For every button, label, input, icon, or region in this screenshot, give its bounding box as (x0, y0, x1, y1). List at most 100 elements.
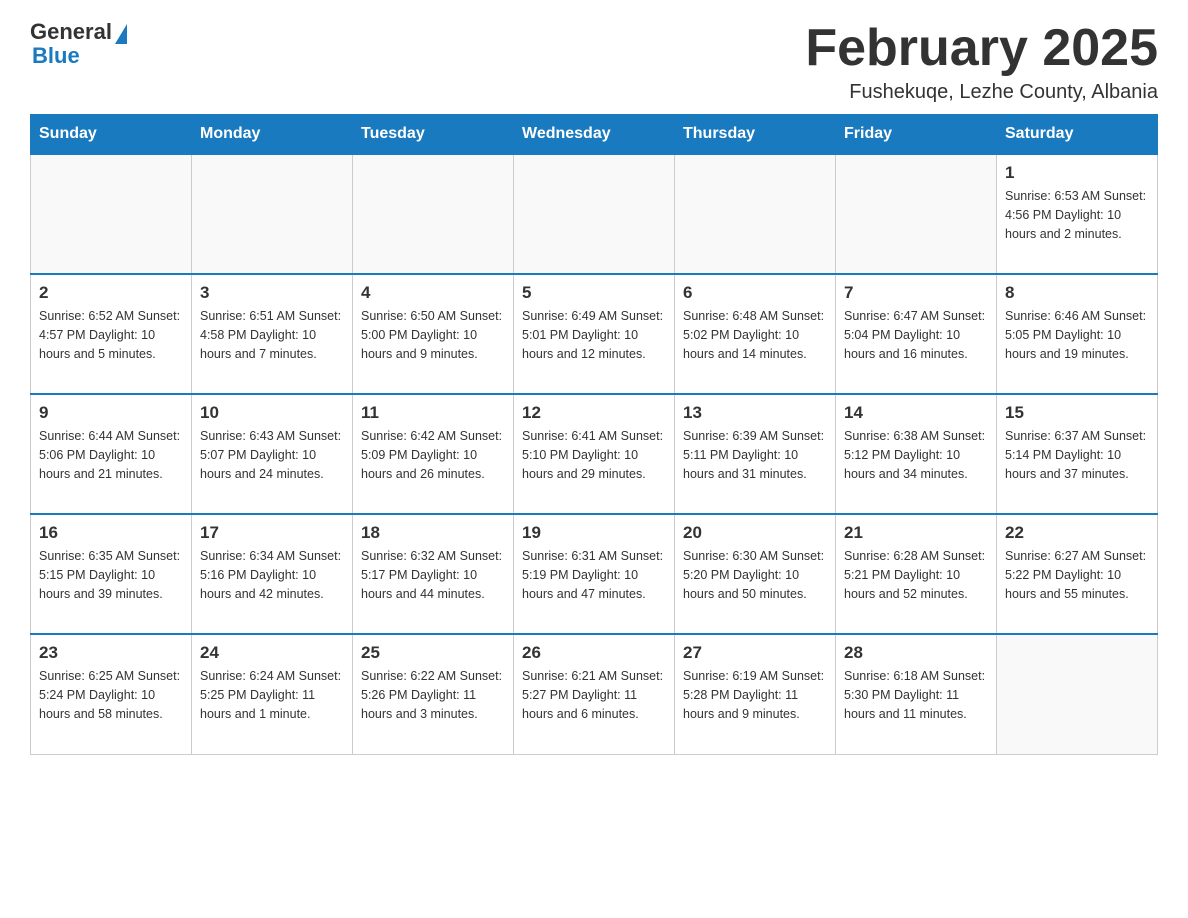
calendar-cell: 9 Sunrise: 6:44 AM Sunset: 5:06 PM Daylig… (31, 394, 192, 514)
calendar-cell: 4Sunrise: 6:50 AM Sunset: 5:00 PM Daylig… (353, 274, 514, 394)
day-number: 1 (1005, 163, 1149, 183)
calendar-cell: 15 Sunrise: 6:37 AM Sunset: 5:14 PM Dayli… (997, 394, 1158, 514)
day-number: 2 (39, 283, 183, 303)
logo-general-text: General (30, 20, 112, 44)
weekday-header-sunday: Sunday (31, 115, 192, 155)
calendar-body: 1 Sunrise: 6:53 AM Sunset: 4:56 PM Daylig… (31, 154, 1158, 754)
day-info: Sunrise: 6:18 AM Sunset: 5:30 PM Dayligh… (844, 667, 988, 723)
weekday-header-friday: Friday (836, 115, 997, 155)
calendar-cell: 11Sunrise: 6:42 AM Sunset: 5:09 PM Dayli… (353, 394, 514, 514)
day-number: 18 (361, 523, 505, 543)
day-info: Sunrise: 6:31 AM Sunset: 5:19 PM Dayligh… (522, 547, 666, 603)
weekday-header-tuesday: Tuesday (353, 115, 514, 155)
calendar-cell: 3Sunrise: 6:51 AM Sunset: 4:58 PM Daylig… (192, 274, 353, 394)
calendar-cell (675, 154, 836, 274)
calendar-cell (353, 154, 514, 274)
day-number: 28 (844, 643, 988, 663)
day-info: Sunrise: 6:44 AM Sunset: 5:06 PM Dayligh… (39, 427, 183, 483)
calendar-week-row: 23 Sunrise: 6:25 AM Sunset: 5:24 PM Dayli… (31, 634, 1158, 754)
calendar-cell: 26 Sunrise: 6:21 AM Sunset: 5:27 PM Dayli… (514, 634, 675, 754)
day-number: 17 (200, 523, 344, 543)
calendar-table: SundayMondayTuesdayWednesdayThursdayFrid… (30, 114, 1158, 755)
weekday-header-saturday: Saturday (997, 115, 1158, 155)
day-info: Sunrise: 6:21 AM Sunset: 5:27 PM Dayligh… (522, 667, 666, 723)
calendar-cell: 7Sunrise: 6:47 AM Sunset: 5:04 PM Daylig… (836, 274, 997, 394)
weekday-header-row: SundayMondayTuesdayWednesdayThursdayFrid… (31, 115, 1158, 155)
weekday-header-thursday: Thursday (675, 115, 836, 155)
day-info: Sunrise: 6:46 AM Sunset: 5:05 PM Dayligh… (1005, 307, 1149, 363)
day-info: Sunrise: 6:25 AM Sunset: 5:24 PM Dayligh… (39, 667, 183, 723)
calendar-cell: 13 Sunrise: 6:39 AM Sunset: 5:11 PM Dayli… (675, 394, 836, 514)
calendar-cell: 28 Sunrise: 6:18 AM Sunset: 5:30 PM Dayli… (836, 634, 997, 754)
day-number: 23 (39, 643, 183, 663)
day-info: Sunrise: 6:19 AM Sunset: 5:28 PM Dayligh… (683, 667, 827, 723)
calendar-week-row: 2 Sunrise: 6:52 AM Sunset: 4:57 PM Daylig… (31, 274, 1158, 394)
weekday-header-wednesday: Wednesday (514, 115, 675, 155)
day-info: Sunrise: 6:22 AM Sunset: 5:26 PM Dayligh… (361, 667, 505, 723)
calendar-cell: 25 Sunrise: 6:22 AM Sunset: 5:26 PM Dayli… (353, 634, 514, 754)
day-number: 20 (683, 523, 827, 543)
day-info: Sunrise: 6:41 AM Sunset: 5:10 PM Dayligh… (522, 427, 666, 483)
calendar-cell: 8 Sunrise: 6:46 AM Sunset: 5:05 PM Daylig… (997, 274, 1158, 394)
day-number: 27 (683, 643, 827, 663)
day-info: Sunrise: 6:50 AM Sunset: 5:00 PM Dayligh… (361, 307, 505, 363)
calendar-cell: 22Sunrise: 6:27 AM Sunset: 5:22 PM Dayli… (997, 514, 1158, 634)
calendar-cell: 14 Sunrise: 6:38 AM Sunset: 5:12 PM Dayli… (836, 394, 997, 514)
day-number: 7 (844, 283, 988, 303)
calendar-header: SundayMondayTuesdayWednesdayThursdayFrid… (31, 115, 1158, 155)
weekday-header-monday: Monday (192, 115, 353, 155)
day-info: Sunrise: 6:24 AM Sunset: 5:25 PM Dayligh… (200, 667, 344, 723)
day-number: 21 (844, 523, 988, 543)
day-number: 12 (522, 403, 666, 423)
calendar-cell: 1 Sunrise: 6:53 AM Sunset: 4:56 PM Daylig… (997, 154, 1158, 274)
day-number: 6 (683, 283, 827, 303)
calendar-cell: 23 Sunrise: 6:25 AM Sunset: 5:24 PM Dayli… (31, 634, 192, 754)
day-info: Sunrise: 6:53 AM Sunset: 4:56 PM Dayligh… (1005, 187, 1149, 243)
calendar-cell: 12 Sunrise: 6:41 AM Sunset: 5:10 PM Dayli… (514, 394, 675, 514)
title-block: February 2025 Fushekuqe, Lezhe County, A… (805, 20, 1158, 104)
calendar-cell: 16 Sunrise: 6:35 AM Sunset: 5:15 PM Dayli… (31, 514, 192, 634)
day-number: 26 (522, 643, 666, 663)
day-info: Sunrise: 6:52 AM Sunset: 4:57 PM Dayligh… (39, 307, 183, 363)
page-header: General Blue February 2025 Fushekuqe, Le… (30, 20, 1158, 104)
logo: General Blue (30, 20, 127, 68)
day-number: 15 (1005, 403, 1149, 423)
calendar-cell: 2 Sunrise: 6:52 AM Sunset: 4:57 PM Daylig… (31, 274, 192, 394)
calendar-cell: 18 Sunrise: 6:32 AM Sunset: 5:17 PM Dayli… (353, 514, 514, 634)
day-info: Sunrise: 6:35 AM Sunset: 5:15 PM Dayligh… (39, 547, 183, 603)
day-number: 14 (844, 403, 988, 423)
day-info: Sunrise: 6:32 AM Sunset: 5:17 PM Dayligh… (361, 547, 505, 603)
calendar-cell (997, 634, 1158, 754)
day-number: 13 (683, 403, 827, 423)
calendar-cell: 20Sunrise: 6:30 AM Sunset: 5:20 PM Dayli… (675, 514, 836, 634)
calendar-cell (836, 154, 997, 274)
day-info: Sunrise: 6:49 AM Sunset: 5:01 PM Dayligh… (522, 307, 666, 363)
day-info: Sunrise: 6:28 AM Sunset: 5:21 PM Dayligh… (844, 547, 988, 603)
location-subtitle: Fushekuqe, Lezhe County, Albania (805, 81, 1158, 104)
day-info: Sunrise: 6:37 AM Sunset: 5:14 PM Dayligh… (1005, 427, 1149, 483)
day-info: Sunrise: 6:38 AM Sunset: 5:12 PM Dayligh… (844, 427, 988, 483)
day-info: Sunrise: 6:42 AM Sunset: 5:09 PM Dayligh… (361, 427, 505, 483)
day-number: 22 (1005, 523, 1149, 543)
day-number: 8 (1005, 283, 1149, 303)
day-number: 25 (361, 643, 505, 663)
calendar-cell: 5 Sunrise: 6:49 AM Sunset: 5:01 PM Daylig… (514, 274, 675, 394)
logo-blue-text: Blue (32, 44, 127, 68)
calendar-cell: 6 Sunrise: 6:48 AM Sunset: 5:02 PM Daylig… (675, 274, 836, 394)
calendar-week-row: 9 Sunrise: 6:44 AM Sunset: 5:06 PM Daylig… (31, 394, 1158, 514)
day-info: Sunrise: 6:34 AM Sunset: 5:16 PM Dayligh… (200, 547, 344, 603)
calendar-cell: 21 Sunrise: 6:28 AM Sunset: 5:21 PM Dayli… (836, 514, 997, 634)
day-number: 16 (39, 523, 183, 543)
day-number: 3 (200, 283, 344, 303)
day-info: Sunrise: 6:48 AM Sunset: 5:02 PM Dayligh… (683, 307, 827, 363)
day-info: Sunrise: 6:39 AM Sunset: 5:11 PM Dayligh… (683, 427, 827, 483)
day-number: 19 (522, 523, 666, 543)
day-number: 5 (522, 283, 666, 303)
day-number: 9 (39, 403, 183, 423)
month-title: February 2025 (805, 20, 1158, 77)
calendar-cell: 10Sunrise: 6:43 AM Sunset: 5:07 PM Dayli… (192, 394, 353, 514)
day-number: 10 (200, 403, 344, 423)
day-number: 24 (200, 643, 344, 663)
calendar-cell: 19 Sunrise: 6:31 AM Sunset: 5:19 PM Dayli… (514, 514, 675, 634)
calendar-cell: 17 Sunrise: 6:34 AM Sunset: 5:16 PM Dayli… (192, 514, 353, 634)
